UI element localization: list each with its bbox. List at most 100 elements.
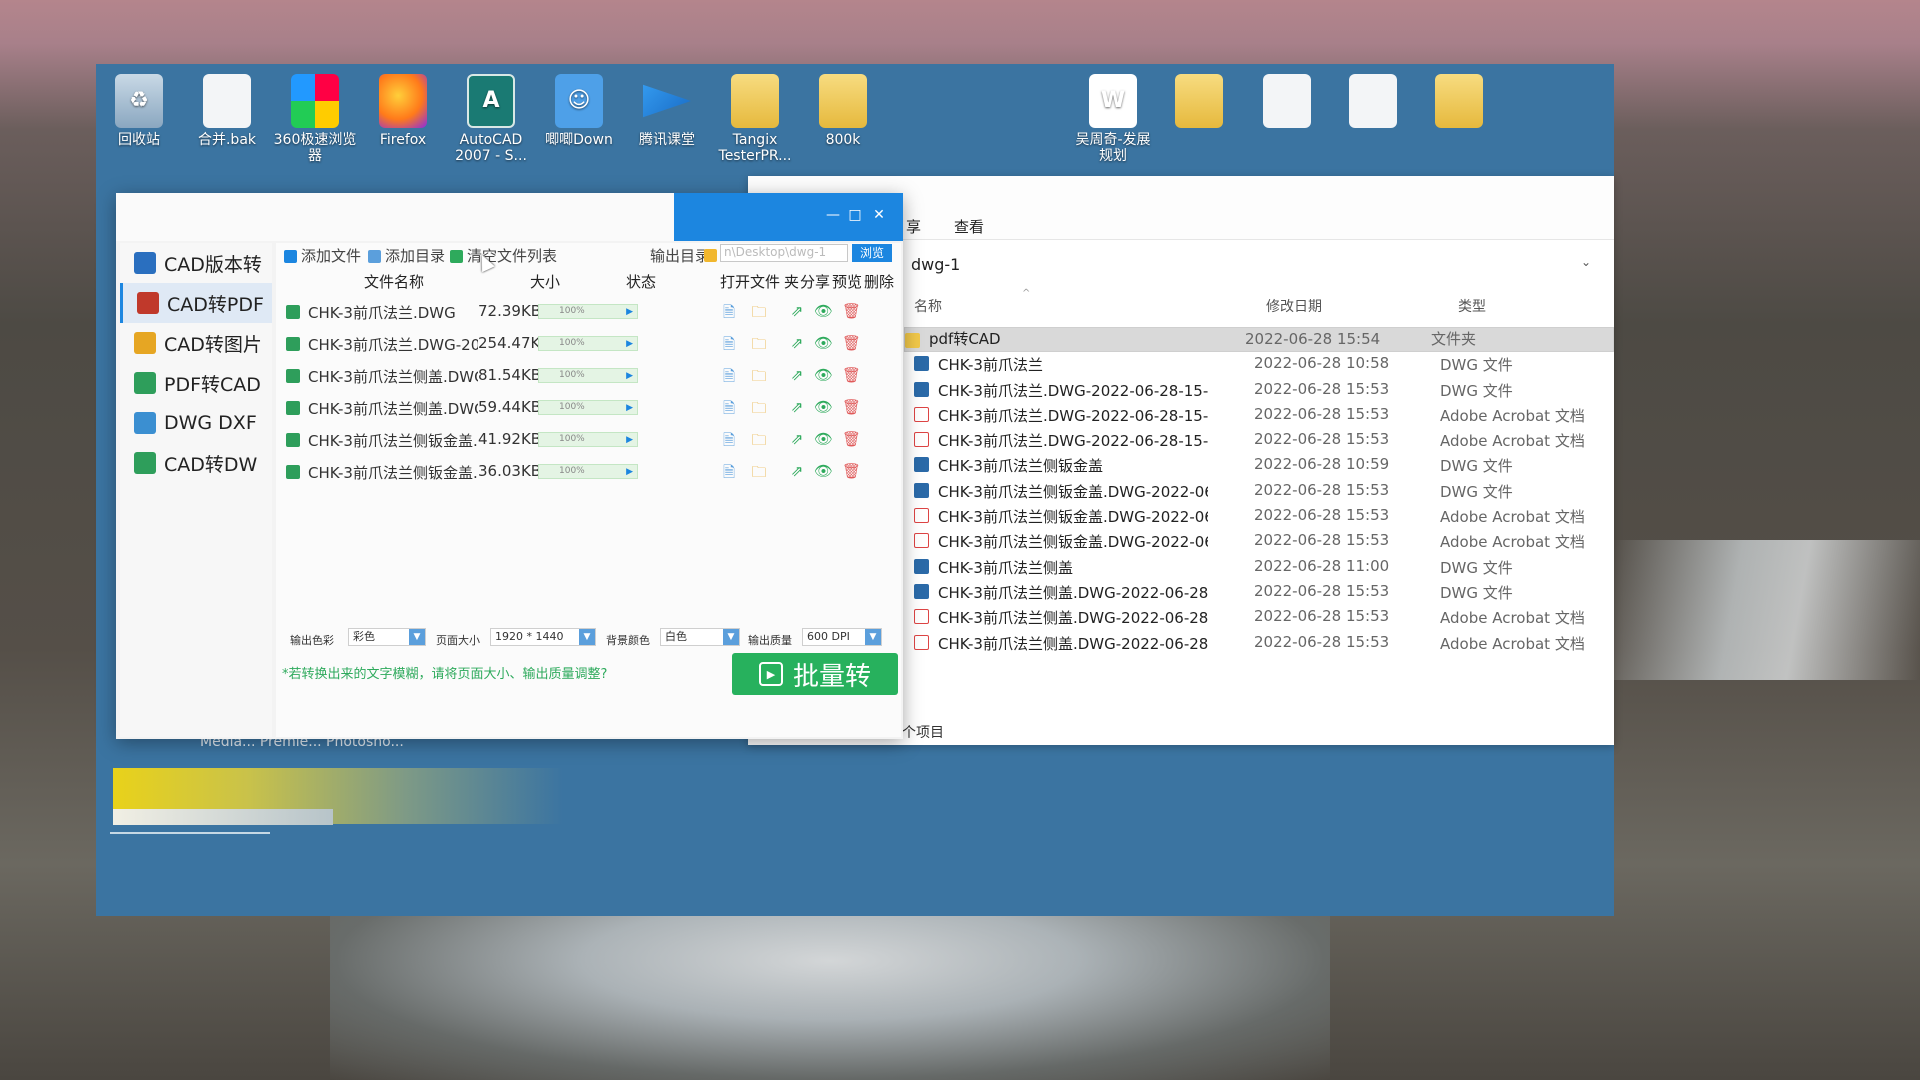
list-item[interactable]: pdf转CAD 2022-06-28 15:54 文件夹: [904, 327, 1614, 353]
add-file-button[interactable]: 添加文件: [284, 245, 361, 266]
desktop-icon-word-doc[interactable]: W 吴周奇-发展规划: [1070, 70, 1156, 164]
cad-version-icon: [134, 252, 156, 274]
list-item[interactable]: CHK-3前爪法兰侧盖.DWG-2022-06-28-15-5... 2022-0…: [914, 604, 1614, 629]
preview-eye-icon[interactable]: 👁: [814, 302, 833, 320]
add-folder-button[interactable]: 添加目录: [368, 245, 445, 266]
open-file-icon[interactable]: 🗎: [720, 398, 738, 423]
table-row[interactable]: CHK-3前爪法兰侧钣金盖. 36.03KB 100% ▶ 🗎 🗀 ⇗ 👁 🗑: [276, 456, 901, 488]
preview-eye-icon[interactable]: 👁: [814, 366, 833, 384]
desktop-icon-bak-file[interactable]: 合并.bak: [184, 70, 270, 148]
open-folder-icon[interactable]: 🗀: [750, 334, 768, 359]
list-item[interactable]: CHK-3前爪法兰 2022-06-28 10:58 DWG 文件: [914, 351, 1614, 376]
open-file-icon[interactable]: 🗎: [720, 366, 738, 391]
desktop-icon-firefox[interactable]: Firefox: [360, 70, 446, 148]
progress-bar: 100% ▶: [538, 400, 638, 415]
share-icon[interactable]: ⇗: [788, 430, 806, 448]
title-bar[interactable]: [116, 193, 674, 241]
list-item[interactable]: CHK-3前爪法兰侧盖 2022-06-28 11:00 DWG 文件: [914, 554, 1614, 579]
list-item[interactable]: CHK-3前爪法兰侧钣金盖.DWG-2022-06-28-... 2022-06-…: [914, 528, 1614, 553]
desktop-icon-folder-a[interactable]: [1156, 70, 1242, 132]
open-folder-icon[interactable]: 🗀: [750, 366, 768, 391]
delete-trash-icon[interactable]: 🗑: [842, 462, 861, 480]
quality-select[interactable]: 600 DPI ▼: [802, 628, 882, 646]
desktop-icon-800k[interactable]: 800k: [800, 70, 886, 148]
column-delete: 删除: [864, 273, 895, 291]
share-icon[interactable]: ⇗: [788, 398, 806, 416]
desktop-icon-recycle-bin[interactable]: ♻ 回收站: [96, 70, 182, 148]
list-item[interactable]: CHK-3前爪法兰.DWG-2022-06-28-15-53-5... 2022-…: [914, 427, 1614, 452]
open-folder-icon[interactable]: 🗀: [750, 398, 768, 423]
sidebar-item-2[interactable]: CAD转图片: [120, 323, 272, 363]
list-item[interactable]: CHK-3前爪法兰侧钣金盖 2022-06-28 10:59 DWG 文件: [914, 452, 1614, 477]
delete-trash-icon[interactable]: 🗑: [842, 366, 861, 384]
desktop-icon-autocad[interactable]: A AutoCAD 2007 - S...: [448, 70, 534, 164]
desktop-icon-file-b[interactable]: [1330, 70, 1416, 132]
file-name: CHK-3前爪法兰侧盖.DWG: [308, 368, 478, 386]
close-button[interactable]: ✕: [870, 207, 888, 223]
preview-eye-icon[interactable]: 👁: [814, 398, 833, 416]
desktop-icon-tangix[interactable]: Tangix TesterPR...: [712, 70, 798, 164]
table-row[interactable]: CHK-3前爪法兰侧盖.DWG- 59.44KB 100% ▶ 🗎 🗀 ⇗ 👁 🗑: [276, 392, 901, 424]
column-header-date[interactable]: 修改日期: [1266, 296, 1322, 316]
batch-convert-button[interactable]: ▶ 批量转: [732, 653, 898, 695]
open-file-icon[interactable]: 🗎: [720, 334, 738, 359]
preview-eye-icon[interactable]: 👁: [814, 430, 833, 448]
desktop-icon-file-a[interactable]: [1244, 70, 1330, 132]
share-icon[interactable]: ⇗: [788, 366, 806, 384]
delete-trash-icon[interactable]: 🗑: [842, 302, 861, 320]
list-item[interactable]: CHK-3前爪法兰.DWG-2022-06-28-15-53-2... 2022-…: [914, 377, 1614, 402]
sidebar-item-5[interactable]: CAD转DW: [120, 443, 272, 483]
clear-list-button[interactable]: 清空文件列表: [450, 245, 557, 266]
sidebar-item-0[interactable]: CAD版本转: [120, 243, 272, 283]
ribbon-tab-share[interactable]: 享: [906, 216, 921, 237]
file-icon: [203, 74, 251, 128]
output-path-field[interactable]: n\Desktop\dwg-1: [720, 244, 848, 262]
delete-trash-icon[interactable]: 🗑: [842, 334, 861, 352]
column-header-name[interactable]: 名称: [914, 296, 942, 316]
desktop-icon-jijidown[interactable]: ☺ 唧唧Down: [536, 70, 622, 148]
table-row[interactable]: CHK-3前爪法兰侧盖.DWG 81.54KB 100% ▶ 🗎 🗀 ⇗ 👁 🗑: [276, 360, 901, 392]
sidebar-item-1[interactable]: CAD转PDF: [120, 283, 272, 323]
ribbon-tab-view[interactable]: 查看: [954, 216, 984, 237]
list-item[interactable]: CHK-3前爪法兰.DWG-2022-06-28-15-53-2... 2022-…: [914, 402, 1614, 427]
maximize-button[interactable]: □: [846, 207, 864, 223]
preview-eye-icon[interactable]: 👁: [814, 334, 833, 352]
preview-eye-icon[interactable]: 👁: [814, 462, 833, 480]
open-folder-icon[interactable]: 🗀: [750, 302, 768, 327]
chevron-down-icon[interactable]: ⌄: [1581, 255, 1591, 269]
delete-trash-icon[interactable]: 🗑: [842, 430, 861, 448]
desktop-icon-folder-b[interactable]: [1416, 70, 1502, 132]
desktop-icon-tencent-classroom[interactable]: 腾讯课堂: [624, 70, 710, 148]
bg-color-select[interactable]: 白色 ▼: [660, 628, 740, 646]
open-file-icon[interactable]: 🗎: [720, 462, 738, 487]
list-item[interactable]: CHK-3前爪法兰侧盖.DWG-2022-06-28-15-5... 2022-0…: [914, 630, 1614, 655]
page-size-select[interactable]: 1920 * 1440 ▼: [490, 628, 596, 646]
share-icon[interactable]: ⇗: [788, 302, 806, 320]
share-icon[interactable]: ⇗: [788, 334, 806, 352]
address-bar[interactable]: dwg-1 ⌄: [902, 250, 1602, 278]
open-file-icon[interactable]: 🗎: [720, 430, 738, 455]
column-header-type[interactable]: 类型: [1458, 296, 1486, 316]
browse-button[interactable]: 浏览: [852, 244, 892, 262]
list-item[interactable]: CHK-3前爪法兰侧盖.DWG-2022-06-28-15-5... 2022-0…: [914, 579, 1614, 604]
sidebar-item-3[interactable]: PDF转CAD: [120, 363, 272, 403]
color-select[interactable]: 彩色 ▼: [348, 628, 426, 646]
sidebar-item-4[interactable]: DWG DXF: [120, 403, 272, 443]
table-row[interactable]: CHK-3前爪法兰.DWG-202 254.47KB 100% ▶ 🗎 🗀 ⇗ 👁 🗑: [276, 328, 901, 360]
item-type: 文件夹: [1431, 330, 1477, 348]
table-row[interactable]: CHK-3前爪法兰.DWG 72.39KB 100% ▶ 🗎 🗀 ⇗ 👁 🗑: [276, 296, 901, 328]
list-item[interactable]: CHK-3前爪法兰侧钣金盖.DWG-2022-06-28-... 2022-06-…: [914, 503, 1614, 528]
delete-trash-icon[interactable]: 🗑: [842, 398, 861, 416]
list-item[interactable]: CHK-3前爪法兰侧钣金盖.DWG-2022-06-28-... 2022-06-…: [914, 478, 1614, 503]
share-icon[interactable]: ⇗: [788, 462, 806, 480]
open-folder-icon[interactable]: 🗀: [750, 430, 768, 455]
item-name: pdf转CAD: [929, 331, 1001, 347]
open-file-icon[interactable]: 🗎: [720, 302, 738, 327]
page-size-label: 页面大小: [436, 634, 480, 647]
open-folder-icon[interactable]: 🗀: [750, 462, 768, 487]
sidebar-item-label: DWG DXF: [164, 412, 257, 434]
sidebar-item-label: CAD转PDF: [167, 293, 264, 316]
table-row[interactable]: CHK-3前爪法兰侧钣金盖. 41.92KB 100% ▶ 🗎 🗀 ⇗ 👁 🗑: [276, 424, 901, 456]
desktop-icon-360-browser[interactable]: 360极速浏览器: [272, 70, 358, 164]
minimize-button[interactable]: —: [824, 207, 842, 223]
